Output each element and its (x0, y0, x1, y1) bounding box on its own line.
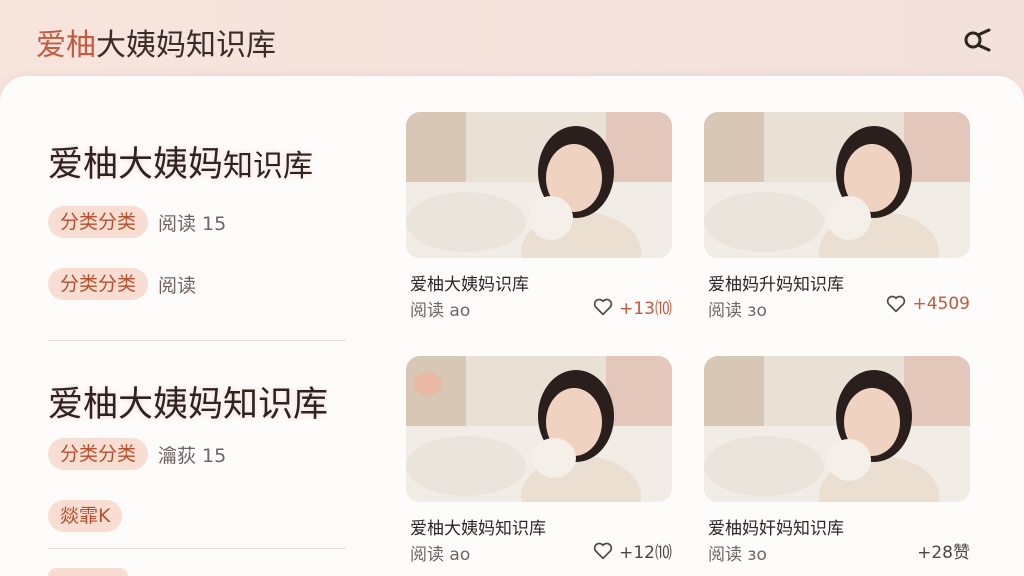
content-card[interactable]: 爱柚妈奸妈知识库 阅读 ɜo +28赞 (704, 356, 972, 565)
like-count: +28赞 (917, 543, 970, 563)
app-title-brand: 爱柚 (36, 28, 96, 63)
article-title-main: 爱柚大姨妈 (48, 145, 224, 185)
close-icon (964, 28, 991, 52)
like-count: +13⑽ (619, 299, 672, 319)
read-count: 阅读 (158, 274, 197, 297)
card-title: 爱柚妈奸妈知识库 (708, 519, 844, 539)
content-card[interactable]: 爱柚妈升妈知识库 阅读 ɜo +4509 (704, 112, 972, 321)
article-item[interactable]: 爱柚大姨妈知识库 (48, 376, 348, 427)
category-pill[interactable]: 分类分类 (48, 268, 149, 300)
category-pill[interactable]: 分类分类 (48, 438, 149, 470)
card-thumbnail[interactable] (406, 356, 672, 502)
like-count: +4509 (912, 294, 970, 314)
category-pill[interactable]: 燚霏K (48, 500, 123, 532)
card-title: 爱柚大姨妈识库 (410, 275, 529, 295)
heart-icon (593, 542, 613, 560)
category-pill-partial[interactable] (48, 568, 128, 576)
article-title-main: 爱柚大姨妈知识库 (48, 385, 329, 425)
card-title: 爱柚大姨妈知识库 (410, 519, 546, 539)
content-panel: 爱柚大姨妈知识库 分类分类 阅读 15 分类分类 阅读 爱柚大姨妈知识库 分类分… (0, 76, 1024, 576)
like-button[interactable]: +13⑽ (593, 294, 672, 319)
article-meta-row: 燚霏K (48, 500, 132, 532)
content-card[interactable]: 爱柚大姨妈识库 阅读 ao +13⑽ (406, 112, 674, 321)
divider (48, 340, 346, 341)
card-thumbnail[interactable] (406, 112, 672, 258)
article-meta-row: 分类分类 阅读 15 (48, 206, 226, 238)
card-read-count: 阅读 ɜo (708, 301, 767, 321)
article-item[interactable]: 爱柚大姨妈知识库 (48, 136, 348, 187)
read-count: 阅读 15 (158, 212, 227, 235)
read-count: 瀹荻 15 (158, 444, 227, 467)
card-title: 爱柚妈升妈知识库 (708, 275, 844, 295)
app-title: 爱柚大姨妈知识库 (36, 20, 276, 64)
card-read-count: 阅读 ao (410, 545, 471, 565)
like-button[interactable]: +12⑽ (593, 538, 672, 563)
category-pill[interactable]: 分类分类 (48, 206, 149, 238)
app-title-rest: 大姨妈知识库 (96, 28, 276, 63)
thumbnail-image (704, 112, 970, 258)
divider (48, 548, 346, 549)
heart-icon (887, 295, 906, 313)
article-meta-row: 分类分类 阅读 (48, 268, 196, 300)
card-thumbnail[interactable] (704, 356, 970, 502)
like-button[interactable]: +28赞 (911, 538, 970, 563)
thumbnail-image (406, 356, 672, 502)
article-title-small: 知识库 (223, 149, 314, 184)
article-title: 爱柚大姨妈知识库 (48, 136, 348, 187)
article-title: 爱柚大姨妈知识库 (48, 376, 348, 427)
thumbnail-image (704, 356, 970, 502)
like-button[interactable]: +4509 (886, 294, 970, 314)
card-read-count: 阅读 ɜo (708, 545, 767, 565)
like-count: +12⑽ (619, 543, 672, 563)
top-bar: 爱柚大姨妈知识库 (0, 0, 1024, 78)
article-meta-row: 分类分类 瀹荻 15 (48, 438, 226, 470)
heart-icon (593, 298, 613, 316)
thumbnail-image (406, 112, 672, 258)
card-thumbnail[interactable] (704, 112, 970, 258)
card-read-count: 阅读 ao (410, 301, 471, 321)
content-card[interactable]: 爱柚大姨妈知识库 阅读 ao +12⑽ (406, 356, 674, 565)
close-button[interactable] (960, 24, 996, 56)
